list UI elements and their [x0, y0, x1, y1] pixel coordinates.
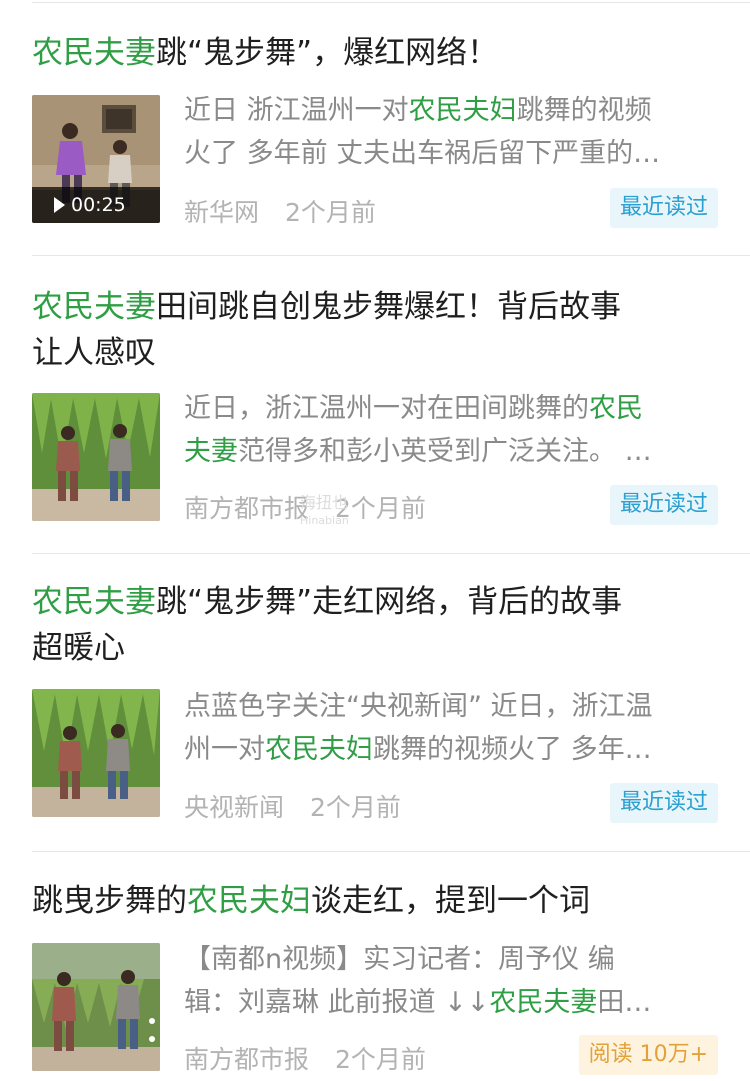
- highlighted-keyword: 农民: [589, 393, 643, 424]
- article-time: 2个月前: [284, 198, 376, 227]
- text-segment: 跳舞的视频: [516, 95, 652, 126]
- text-segment: 田间跳自创鬼步舞爆红！背后故事: [156, 289, 621, 325]
- article-excerpt[interactable]: 【南都n视频】实习记者：周予仪 编辑：刘嘉琳 此前报道 ↓↓农民夫妻田…: [184, 938, 724, 1024]
- article-card[interactable]: 农民夫妻跳“鬼步舞”，爆红网络！ 00:25 近日 浙江温州一对农民夫妇跳舞的视…: [0, 0, 750, 256]
- article-title[interactable]: 农民夫妻跳“鬼步舞”，爆红网络！: [32, 30, 722, 76]
- article-card[interactable]: 跳曳步舞的农民夫妇谈走红，提到一个词 【南都n视频】实习记者：周予仪 编辑：刘嘉…: [0, 852, 750, 1081]
- article-card[interactable]: 农民夫妻跳“鬼步舞”走红网络，背后的故事 超暖心 点蓝色字关注“央视新闻” 近日，…: [0, 554, 750, 852]
- article-meta: 新华网 2个月前: [184, 193, 376, 229]
- article-excerpt[interactable]: 近日 浙江温州一对农民夫妇跳舞的视频火了 多年前 丈夫出车祸后留下严重的…: [184, 89, 724, 175]
- text-line: 点蓝色字关注“央视新闻” 近日，浙江温: [184, 685, 724, 728]
- cornfield-dance-thumbnail-icon: [32, 393, 160, 521]
- highlighted-keyword: 农民夫妻: [32, 289, 156, 325]
- article-card[interactable]: 农民夫妻田间跳自创鬼步舞爆红！背后故事 让人感叹 近日，浙江温州一对在田间跳舞的农…: [0, 256, 750, 554]
- text-line: 跳曳步舞的农民夫妇谈走红，提到一个词: [32, 878, 722, 924]
- highlighted-keyword: 农民夫妻: [32, 35, 156, 71]
- text-segment: 跳“鬼步舞”走红网络，背后的故事: [156, 584, 623, 620]
- text-line: 辑：刘嘉琳 此前报道 ↓↓农民夫妻田…: [184, 981, 724, 1024]
- recently-read-badge: 最近读过: [609, 188, 718, 228]
- article-thumbnail[interactable]: [32, 689, 160, 817]
- text-line: 【南都n视频】实习记者：周予仪 编: [184, 938, 724, 981]
- text-line: 农民夫妻跳“鬼步舞”走红网络，背后的故事: [32, 579, 722, 625]
- article-source: 新华网: [184, 198, 260, 227]
- text-segment: 田…: [597, 987, 652, 1018]
- text-line: 夫妻范得多和彭小英受到广泛关注。 …: [184, 430, 724, 473]
- highlighted-keyword: 夫妻: [184, 436, 238, 467]
- highlighted-keyword: 农民夫妇: [408, 95, 517, 126]
- text-line: 让人感叹: [32, 330, 722, 376]
- play-icon: [54, 197, 65, 213]
- video-thumbnail[interactable]: 00:25: [32, 95, 160, 223]
- text-line: 近日 浙江温州一对农民夫妇跳舞的视频: [184, 89, 724, 132]
- article-source: 南方都市报: [184, 494, 310, 523]
- article-thumbnail[interactable]: [32, 943, 160, 1071]
- highlighted-keyword: 农民夫妻: [32, 584, 156, 620]
- text-segment: 点蓝色字关注“央视新闻” 近日，浙江温: [184, 691, 653, 722]
- text-segment: 【南都n视频】实习记者：周予仪 编: [184, 944, 615, 975]
- video-duration: 00:25: [32, 187, 160, 223]
- article-meta: 央视新闻 2个月前: [184, 788, 401, 824]
- recently-read-badge: 最近读过: [609, 783, 718, 823]
- recently-read-badge: 最近读过: [609, 485, 718, 525]
- article-meta: 南方都市报 2个月前: [184, 1040, 426, 1076]
- text-segment: 范得多和彭小英受到广泛关注。 …: [238, 436, 652, 467]
- text-segment: 辑：刘嘉琳 此前报道 ↓↓: [184, 987, 490, 1018]
- duration-label: 00:25: [71, 194, 126, 216]
- article-time: 2个月前: [334, 1045, 426, 1074]
- article-title[interactable]: 农民夫妻跳“鬼步舞”走红网络，背后的故事 超暖心: [32, 579, 722, 671]
- text-segment: 超暖心: [32, 630, 125, 666]
- text-segment: 跳曳步舞的: [32, 883, 187, 919]
- read-count-badge: 阅读 10万+: [578, 1035, 718, 1075]
- text-line: 超暖心: [32, 625, 722, 671]
- highlighted-keyword: 农民夫妻: [489, 987, 598, 1018]
- article-time: 2个月前: [309, 793, 401, 822]
- search-results-list: 农民夫妻跳“鬼步舞”，爆红网络！ 00:25 近日 浙江温州一对农民夫妇跳舞的视…: [0, 0, 750, 1081]
- text-line: 农民夫妻跳“鬼步舞”，爆红网络！: [32, 30, 722, 76]
- text-segment: 火了 多年前 丈夫出车祸后留下严重的…: [184, 138, 661, 169]
- article-excerpt[interactable]: 点蓝色字关注“央视新闻” 近日，浙江温 州一对农民夫妇跳舞的视频火了 多年…: [184, 685, 724, 771]
- text-segment: 跳“鬼步舞”，爆红网络！: [156, 35, 499, 71]
- article-title[interactable]: 农民夫妻田间跳自创鬼步舞爆红！背后故事 让人感叹: [32, 284, 722, 376]
- text-segment: 谈走红，提到一个词: [311, 883, 590, 919]
- text-segment: 近日 浙江温州一对: [184, 95, 409, 126]
- article-source: 央视新闻: [184, 793, 285, 822]
- text-line: 州一对农民夫妇跳舞的视频火了 多年…: [184, 728, 724, 771]
- article-source: 南方都市报: [184, 1045, 310, 1074]
- highlighted-keyword: 农民夫妇: [187, 883, 311, 919]
- text-segment: 州一对: [184, 734, 265, 765]
- text-segment: 跳舞的视频火了 多年…: [373, 734, 652, 765]
- cornfield-dance-thumbnail-icon: [32, 943, 160, 1071]
- article-excerpt[interactable]: 近日，浙江温州一对在田间跳舞的农民 夫妻范得多和彭小英受到广泛关注。 …: [184, 387, 724, 473]
- watermark-logo: 海扭也 Hinabian: [300, 493, 349, 528]
- text-line: 火了 多年前 丈夫出车祸后留下严重的…: [184, 132, 724, 175]
- article-title[interactable]: 跳曳步舞的农民夫妇谈走红，提到一个词: [32, 878, 722, 924]
- text-segment: 让人感叹: [32, 335, 156, 371]
- text-line: 近日，浙江温州一对在田间跳舞的农民: [184, 387, 724, 430]
- text-segment: 近日，浙江温州一对在田间跳舞的: [184, 393, 589, 424]
- text-line: 农民夫妻田间跳自创鬼步舞爆红！背后故事: [32, 284, 722, 330]
- highlighted-keyword: 农民夫妇: [265, 734, 373, 765]
- article-thumbnail[interactable]: [32, 393, 160, 521]
- cornfield-dance-thumbnail-icon: [32, 689, 160, 817]
